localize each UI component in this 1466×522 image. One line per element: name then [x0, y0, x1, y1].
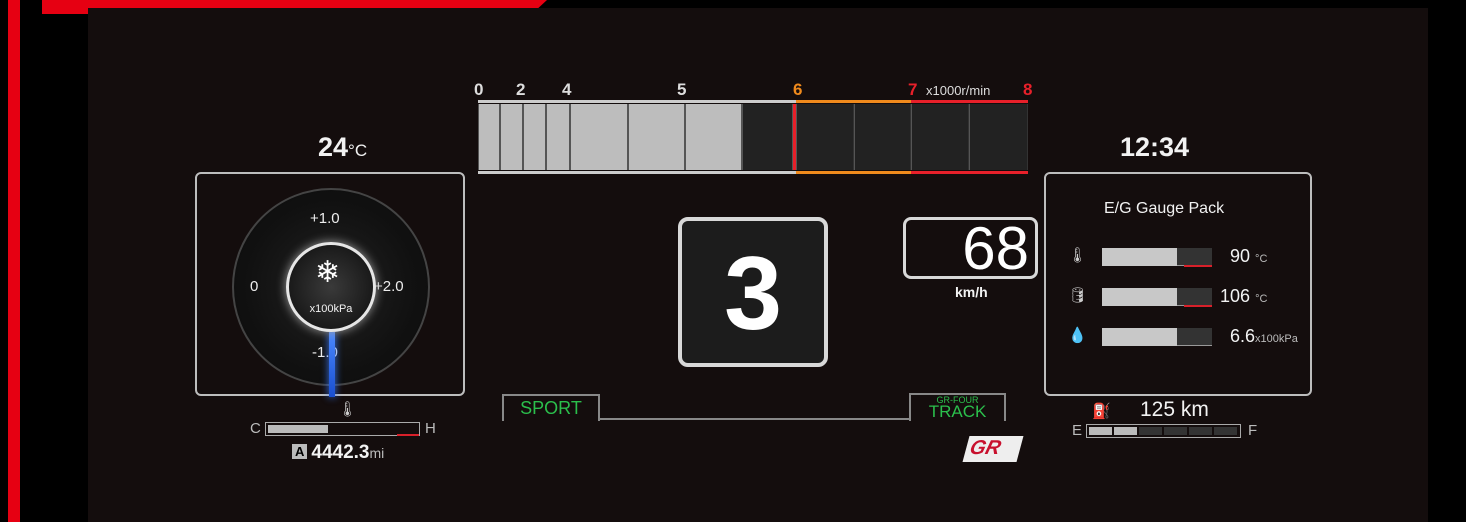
- tach-unit: x1000r/min: [926, 83, 991, 98]
- odometer-unit: mi: [369, 445, 385, 461]
- oil-temp-row: 🛢 106 °C: [1068, 286, 1308, 310]
- boost-label-right: +2.0: [374, 278, 404, 295]
- boost-needle: [329, 332, 335, 397]
- clock: 12:34: [1120, 132, 1190, 162]
- gear-indicator: 3: [678, 217, 828, 367]
- boost-gauge-box: +1.0 0 +2.0 -1.0 ❄ x100kPa: [195, 172, 465, 397]
- tach-segment: [478, 104, 500, 170]
- coolant-bar: [265, 422, 420, 436]
- tach-segment: [500, 104, 523, 170]
- boost-label-top: +1.0: [310, 210, 340, 227]
- oil-temp-value: 106 °C: [1220, 286, 1268, 306]
- fuel-e-label: E: [1072, 422, 1083, 439]
- fuel-bar: [1086, 424, 1241, 438]
- tach-label-5: 5: [677, 80, 687, 99]
- speed-unit: km/h: [955, 284, 988, 300]
- tach-segment: [742, 104, 796, 170]
- fuel-pump-icon: ⛽: [1092, 403, 1111, 420]
- tach-segment: [911, 104, 969, 170]
- gauge-fill: [1102, 248, 1177, 266]
- tach-bottom-line: [478, 171, 796, 174]
- awd-mode-badge: GR-FOUR TRACK: [909, 393, 1006, 421]
- boost-label-left: 0: [250, 278, 259, 295]
- coolant-redzone: [397, 434, 419, 436]
- trip-a-badge: A: [292, 444, 308, 459]
- tach-label-8: 8: [1023, 80, 1033, 99]
- oil-temp-icon: 🛢: [1068, 287, 1088, 304]
- tach-segment: [523, 104, 546, 170]
- gear-value: 3: [724, 236, 782, 352]
- tach-segment: [570, 104, 628, 170]
- coolant-temp-icon: 🌡: [1068, 247, 1088, 264]
- tach-label-7: 7: [908, 80, 918, 99]
- awd-mode-value: TRACK: [928, 402, 987, 421]
- tach-label-0: 0: [474, 80, 484, 99]
- gauge-bar: [1102, 328, 1212, 346]
- gauge-pack-title: E/G Gauge Pack: [1104, 200, 1225, 217]
- fuel-f-label: F: [1248, 422, 1258, 439]
- engine-gauge-pack: E/G Gauge Pack 🌡 90 °C 🛢 106 °C 💧 6.6x10…: [1044, 172, 1312, 396]
- coolant-c-label: C: [250, 420, 261, 437]
- fuel-segment: [1114, 427, 1137, 435]
- fuel-segment: [1214, 427, 1237, 435]
- tach-bottom-red: [911, 171, 1028, 174]
- gauge-fill: [1102, 288, 1177, 306]
- coolant-fill: [268, 425, 329, 433]
- odometer: A 4442.3mi: [292, 442, 384, 464]
- fuel-segment: [1139, 427, 1162, 435]
- gauge-bar: [1102, 248, 1212, 267]
- speed-value: 68: [962, 215, 1029, 282]
- boost-hub: ❄ x100kPa: [286, 242, 376, 332]
- fuel-segment: [1189, 427, 1212, 435]
- tach-label-2: 2: [516, 80, 526, 99]
- mode-divider: [600, 418, 910, 420]
- oil-pressure-row: 💧 6.6x100kPa: [1068, 326, 1308, 350]
- tach-scale-line: [478, 100, 796, 103]
- coolant-temp-row: 🌡 90 °C: [1068, 246, 1308, 270]
- tach-label-6: 6: [793, 80, 803, 99]
- fuel-segment: [1089, 427, 1112, 435]
- tach-segment: [628, 104, 685, 170]
- tach-segment: [969, 104, 1028, 170]
- tach-segment: [854, 104, 911, 170]
- coolant-temp-value: 90 °C: [1230, 246, 1268, 266]
- tach-segment: [796, 104, 854, 170]
- tach-segment: [546, 104, 570, 170]
- turbo-icon: ❄: [315, 256, 341, 289]
- boost-dial: +1.0 0 +2.0 -1.0 ❄ x100kPa: [232, 188, 430, 397]
- drive-mode-badge: SPORT: [502, 394, 600, 421]
- tach-segment: [685, 104, 742, 170]
- oil-pressure-value: 6.6x100kPa: [1230, 326, 1298, 346]
- tach-label-4: 4: [562, 80, 572, 99]
- frame-accent-left: [8, 0, 20, 522]
- speedometer: 68: [903, 215, 1038, 282]
- oil-pressure-icon: 💧: [1068, 327, 1087, 344]
- tach-warn-line: [796, 100, 911, 103]
- gr-logo: GR: [962, 436, 1024, 462]
- tach-bottom-warn: [796, 171, 911, 174]
- tach-redline: [911, 100, 1028, 103]
- coolant-temp-icon: 🌡: [338, 401, 358, 418]
- fuel-segment: [1164, 427, 1187, 435]
- tachometer: 0 2 4 5 6 7 x1000r/min 8: [474, 80, 1033, 180]
- coolant-h-label: H: [425, 420, 436, 437]
- ambient-temp: 24°C: [318, 132, 368, 162]
- boost-unit: x100kPa: [309, 303, 353, 315]
- range-value: 125 km: [1140, 398, 1209, 421]
- gauge-fill: [1102, 328, 1177, 346]
- tach-current-mark: [791, 104, 796, 170]
- gauge-bar: [1102, 288, 1212, 307]
- odometer-value: 4442.3: [311, 442, 370, 463]
- gauge-redzone: [1184, 305, 1212, 307]
- gauge-redzone: [1184, 265, 1212, 267]
